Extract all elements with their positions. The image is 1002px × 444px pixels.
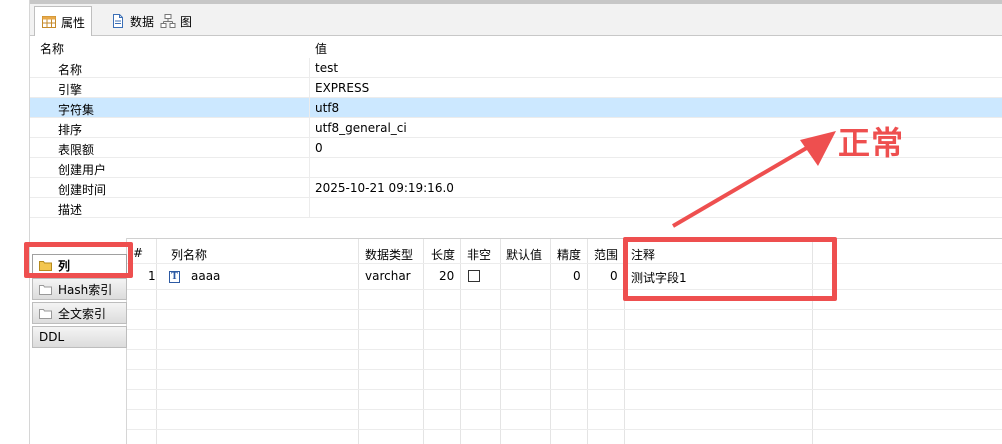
grid-divider [156, 239, 157, 444]
property-row-engine[interactable]: 引擎 EXPRESS [30, 78, 1002, 98]
grid-row-line [127, 409, 1002, 410]
grid-divider [500, 239, 501, 444]
property-value: EXPRESS [315, 81, 370, 95]
tab-label: 数据 [130, 14, 155, 29]
cell-column-name[interactable]: aaaa [191, 269, 220, 287]
tab-bar-top-border [30, 0, 1002, 4]
property-value: utf8_general_ci [315, 121, 407, 135]
annotation-label: 正常 [838, 124, 905, 162]
column-divider [309, 58, 310, 78]
left-panel-strip [0, 0, 30, 444]
grid-divider [587, 239, 588, 444]
not-null-checkbox[interactable] [468, 270, 480, 282]
cell-data-type[interactable]: varchar [365, 269, 411, 287]
grid-row-line [127, 429, 1002, 430]
header-value: 值 [315, 42, 328, 56]
table-icon [41, 14, 57, 30]
sidebar-item-label: Hash索引 [58, 282, 113, 297]
sidebar-item-ddl[interactable]: DDL [32, 326, 127, 348]
grid-divider [550, 239, 551, 444]
column-divider [309, 78, 310, 98]
grid-header-index[interactable]: # [133, 239, 143, 263]
property-key: 排序 [58, 123, 83, 137]
column-divider [309, 158, 310, 178]
table-properties-window: 属性 数据 图 名称 值 名称 test 引擎 EXPRESS 字符集 utf8… [0, 0, 1002, 444]
grid-header-not-null[interactable]: 非空 [467, 239, 491, 263]
highlight-box-comment [623, 237, 837, 301]
property-key: 描述 [58, 203, 83, 217]
column-divider [309, 98, 310, 118]
property-row-created-time[interactable]: 创建时间 2025-10-21 09:19:16.0 [30, 178, 1002, 198]
text-type-icon: T [169, 271, 180, 283]
property-row-charset[interactable]: 字符集 utf8 [30, 98, 1002, 118]
tab-diagram[interactable]: 图 [154, 6, 198, 36]
highlight-box-columns [24, 242, 133, 278]
document-icon [110, 13, 126, 29]
property-key: 表限额 [58, 143, 95, 157]
grid-row-line [127, 263, 1002, 264]
tab-label: 图 [180, 14, 193, 29]
grid-row-line [127, 309, 1002, 310]
grid-header-name[interactable]: 列名称 [171, 239, 207, 263]
grid-header-default[interactable]: 默认值 [506, 239, 542, 263]
property-row-description[interactable]: 描述 [30, 198, 1002, 218]
sidebar-item-label: DDL [39, 330, 65, 344]
tab-bar: 属性 数据 图 [30, 0, 1002, 37]
header-name: 名称 [40, 42, 65, 56]
grid-row-line [127, 329, 1002, 330]
grid-row-line [127, 289, 1002, 290]
cell-index: 1 [148, 269, 156, 283]
grid-row-line [127, 349, 1002, 350]
grid-divider [423, 239, 424, 444]
property-key: 名称 [58, 63, 83, 77]
tab-data[interactable]: 数据 [104, 6, 160, 36]
properties-header: 名称 值 [30, 36, 1002, 58]
sidebar-item-hash-index[interactable]: Hash索引 [32, 278, 127, 300]
grid-row-line [127, 389, 1002, 390]
folder-icon [39, 284, 53, 295]
property-key: 引擎 [58, 83, 83, 97]
property-value: 2025-10-21 09:19:16.0 [315, 181, 454, 195]
grid-header-precision[interactable]: 精度 [557, 239, 581, 263]
column-divider [309, 138, 310, 158]
column-divider [309, 198, 310, 218]
property-key: 字符集 [58, 103, 95, 117]
grid-row-line [127, 369, 1002, 370]
column-divider [309, 178, 310, 198]
grid-header-length[interactable]: 长度 [431, 239, 455, 263]
columns-grid: # 列名称 数据类型 长度 非空 默认值 精度 范围 注释 1 T aaaa v… [127, 238, 1002, 444]
property-value: test [315, 61, 339, 75]
column-divider [309, 118, 310, 138]
property-row-name[interactable]: 名称 test [30, 58, 1002, 78]
sidebar-item-label: 全文索引 [58, 306, 107, 321]
grid-header-scale[interactable]: 范围 [594, 239, 618, 263]
grid-divider [358, 239, 359, 444]
grid-header-type[interactable]: 数据类型 [365, 239, 413, 263]
property-key: 创建时间 [58, 183, 107, 197]
cell-precision[interactable]: 0 [573, 269, 581, 287]
property-value: 0 [315, 141, 323, 155]
property-key: 创建用户 [58, 163, 107, 177]
cell-scale[interactable]: 0 [610, 269, 618, 287]
folder-icon [39, 308, 53, 319]
grid-divider [460, 239, 461, 444]
diagram-icon [160, 13, 176, 29]
tab-label: 属性 [61, 15, 86, 30]
tab-properties[interactable]: 属性 [34, 6, 93, 37]
cell-length[interactable]: 20 [439, 269, 454, 287]
sidebar-item-fulltext-index[interactable]: 全文索引 [32, 302, 127, 324]
property-value: utf8 [315, 101, 340, 115]
